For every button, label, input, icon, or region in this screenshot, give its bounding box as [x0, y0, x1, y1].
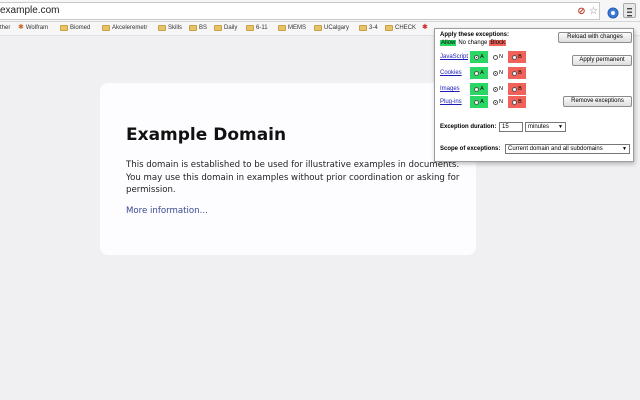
bookmark-folder[interactable]: 6-11: [246, 25, 268, 31]
radio[interactable]: [474, 54, 480, 60]
legend-block: Block: [489, 40, 507, 46]
radio[interactable]: [512, 54, 518, 60]
block-option[interactable]: B: [508, 51, 526, 63]
bookmark-folder[interactable]: CHECK: [385, 25, 416, 31]
radio[interactable]: [474, 70, 480, 76]
allow-option[interactable]: A: [470, 51, 488, 63]
folder-icon: [214, 25, 222, 31]
legend: Allow No change Block: [440, 40, 507, 46]
radio[interactable]: [493, 70, 498, 76]
more-info-link[interactable]: More information...: [126, 206, 208, 216]
folder-icon: [158, 25, 166, 31]
bookmark-folder[interactable]: Biomed: [60, 25, 90, 31]
folder-icon: [278, 25, 286, 31]
legend-allow: Allow: [440, 40, 457, 46]
allow-option[interactable]: A: [470, 83, 488, 95]
nochange-option[interactable]: N: [489, 67, 507, 79]
radio[interactable]: [493, 86, 498, 92]
nochange-option[interactable]: N: [489, 96, 507, 108]
radio[interactable]: [512, 86, 518, 92]
scope-select[interactable]: Current domain and all subdomains ▼: [505, 144, 630, 154]
bookmark-folder[interactable]: 3-4: [359, 25, 378, 31]
exception-row-javascript: JavaScript A N B: [440, 51, 527, 63]
folder-icon: [359, 25, 367, 31]
duration-label: Exception duration:: [440, 124, 497, 130]
block-option[interactable]: B: [508, 96, 526, 108]
menu-icon[interactable]: [623, 3, 636, 18]
bookmark-folder[interactable]: Akceleremetr: [102, 25, 147, 31]
row-label[interactable]: Cookies: [440, 70, 470, 76]
url-text[interactable]: example.com: [0, 5, 59, 16]
legend-nochange: No change: [458, 40, 488, 46]
star-icon[interactable]: ☆: [588, 6, 599, 17]
address-bar-row: example.com ⊘ ☆: [0, 0, 640, 22]
folder-icon: [385, 25, 393, 31]
folder-icon: [60, 25, 68, 31]
page-title: Example Domain: [126, 125, 287, 145]
pin-icon: ✱: [422, 24, 428, 31]
radio[interactable]: [512, 70, 518, 76]
duration-input[interactable]: 15: [499, 122, 523, 132]
popup-title: Apply these exceptions:: [440, 32, 510, 38]
exceptions-popup: Apply these exceptions: Allow No change …: [434, 28, 634, 162]
nochange-option[interactable]: N: [489, 51, 507, 63]
radio[interactable]: [493, 54, 498, 60]
remove-exceptions-button[interactable]: Remove exceptions: [563, 96, 632, 107]
bookmark-folder[interactable]: BS: [189, 25, 207, 31]
extension-icon[interactable]: [607, 4, 619, 19]
row-label[interactable]: Plug-ins: [440, 99, 470, 105]
exception-row-cookies: Cookies A N B: [440, 67, 527, 79]
row-label[interactable]: JavaScript: [440, 54, 470, 60]
chevron-down-icon: ▼: [558, 124, 563, 130]
folder-icon: [314, 25, 322, 31]
bookmark-folder[interactable]: UCalgary: [314, 25, 349, 31]
page-body: This domain is established to be used fo…: [126, 160, 460, 195]
page-action-icon[interactable]: ⊘: [576, 6, 587, 17]
bookmark-item[interactable]: ther: [0, 25, 10, 31]
row-label[interactable]: Images: [440, 86, 470, 92]
allow-option[interactable]: A: [470, 67, 488, 79]
exception-row-images: Images A N B: [440, 83, 527, 95]
folder-icon: [102, 25, 110, 31]
content-card: Example Domain This domain is establishe…: [100, 83, 476, 255]
radio[interactable]: [493, 99, 498, 105]
allow-option[interactable]: A: [470, 96, 488, 108]
bookmark-folder[interactable]: MEMS: [278, 25, 306, 31]
folder-icon: [246, 25, 254, 31]
bookmark-folder[interactable]: Skills: [158, 25, 182, 31]
scope-label: Scope of exceptions:: [440, 146, 501, 152]
folder-icon: [189, 25, 197, 31]
bookmark-item[interactable]: ✱ Wolfram: [18, 24, 48, 31]
radio[interactable]: [474, 86, 480, 92]
star-icon: ✱: [18, 24, 24, 31]
radio[interactable]: [512, 99, 518, 105]
nochange-option[interactable]: N: [489, 83, 507, 95]
block-option[interactable]: B: [508, 83, 526, 95]
reload-with-changes-button[interactable]: Reload with changes: [558, 32, 632, 43]
exception-row-plugins: Plug-ins A N B: [440, 96, 527, 108]
address-bar[interactable]: example.com ⊘ ☆: [0, 2, 600, 20]
apply-permanent-button[interactable]: Apply permanent: [572, 55, 632, 66]
bookmark-folder[interactable]: Daily: [214, 25, 237, 31]
chevron-down-icon: ▼: [622, 146, 627, 152]
duration-unit-select[interactable]: minutes ▼: [525, 122, 566, 132]
block-option[interactable]: B: [508, 67, 526, 79]
radio[interactable]: [474, 99, 480, 105]
bookmark-item[interactable]: ✱: [422, 24, 428, 31]
